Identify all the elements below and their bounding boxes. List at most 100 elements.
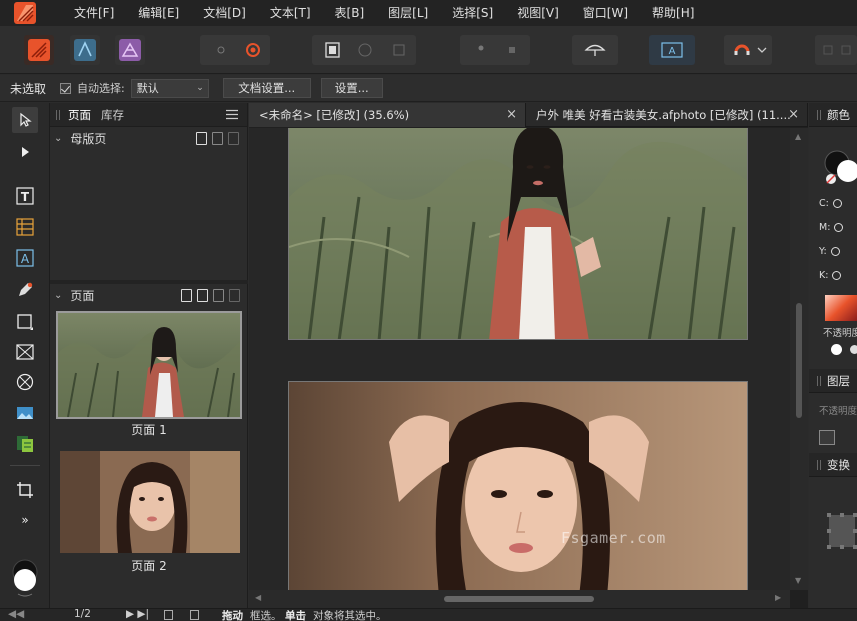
page-1-thumbnail[interactable]	[56, 311, 242, 419]
channel-m-row[interactable]: M:	[819, 222, 844, 233]
preflight-group[interactable]	[200, 35, 270, 65]
page-2-spread[interactable]	[288, 381, 748, 590]
tab-untitled-document[interactable]: <未命名> [已修改] (35.6%) ×	[249, 103, 526, 127]
transform-panel-header[interactable]: 变换	[809, 453, 857, 477]
next-page-icon[interactable]: ▶ ▶|	[126, 608, 149, 620]
horizontal-scroll-thumb[interactable]	[444, 596, 594, 602]
move-tool[interactable]	[12, 107, 38, 133]
panel-grip-icon[interactable]	[56, 109, 60, 120]
pen-tool[interactable]	[12, 277, 38, 303]
preferences-button[interactable]: 设置...	[320, 78, 383, 98]
master-pages-title: 母版页	[70, 131, 107, 146]
arrange-group[interactable]	[815, 35, 857, 65]
node-tool[interactable]	[12, 139, 38, 165]
more-tools-button[interactable]: »	[12, 507, 38, 533]
anchor-grid-icon[interactable]	[827, 513, 857, 549]
first-page-icon[interactable]: ◀◀	[8, 608, 24, 620]
duplicate-page-icon[interactable]	[213, 289, 224, 302]
scroll-up-icon[interactable]: ▲	[795, 132, 801, 141]
publisher-persona-button[interactable]	[24, 35, 54, 65]
channel-c-row[interactable]: C:	[819, 198, 842, 209]
panel-grip-icon[interactable]	[817, 375, 821, 386]
page-icon[interactable]	[164, 610, 173, 620]
panel-grip-icon[interactable]	[817, 109, 821, 120]
menu-document[interactable]: 文档[D]	[191, 0, 258, 26]
color-swatch-control[interactable]	[10, 558, 40, 598]
channel-k-slider-handle[interactable]	[832, 271, 842, 280]
tab-stock[interactable]: 库存	[101, 107, 124, 123]
add-master-icon[interactable]	[196, 132, 207, 145]
picture-frame-tool[interactable]	[12, 339, 38, 365]
duplicate-master-icon[interactable]	[212, 132, 223, 145]
photo-persona-button[interactable]	[115, 35, 145, 65]
opacity-dot-small[interactable]	[850, 345, 857, 354]
opacity-label: 不透明度	[823, 328, 857, 339]
insert-page-icon[interactable]	[181, 289, 192, 302]
color-panel-title: 颜色	[827, 107, 850, 122]
rectangle-tool[interactable]	[12, 309, 38, 335]
document-setup-button[interactable]: 文档设置...	[222, 78, 311, 98]
auto-select-dropdown[interactable]: 默认 ⌄	[130, 78, 209, 98]
crop-tool[interactable]	[12, 477, 38, 503]
snapping-group[interactable]	[460, 35, 530, 65]
horizontal-scrollbar[interactable]: ◀ ▶	[249, 590, 790, 608]
menu-file[interactable]: 文件[F]	[62, 0, 126, 26]
main-toolbar: A	[0, 26, 857, 74]
close-icon[interactable]: ×	[506, 103, 517, 127]
vertical-scroll-thumb[interactable]	[796, 303, 802, 418]
artistic-text-tool[interactable]: A	[12, 245, 38, 271]
page-1-spread[interactable]	[288, 128, 748, 340]
panel-menu-icon[interactable]	[226, 109, 238, 123]
channel-c-slider-handle[interactable]	[832, 199, 842, 208]
delete-master-icon[interactable]	[228, 132, 239, 145]
menu-edit[interactable]: 编辑[E]	[126, 0, 191, 26]
snapping-magnet-button[interactable]	[724, 35, 772, 65]
channel-y-slider-handle[interactable]	[830, 247, 840, 256]
menu-text[interactable]: 文本[T]	[258, 0, 323, 26]
menu-layer[interactable]: 图层[L]	[376, 0, 440, 26]
channel-k-row[interactable]: K:	[819, 270, 842, 281]
menu-help[interactable]: 帮助[H]	[640, 0, 706, 26]
affinity-publisher-logo-icon[interactable]	[14, 2, 36, 24]
view-mode-group[interactable]	[312, 35, 416, 65]
channel-m-slider-handle[interactable]	[834, 223, 844, 232]
menu-view[interactable]: 视图[V]	[505, 0, 571, 26]
table-tool[interactable]	[12, 214, 38, 240]
table-resize-tool[interactable]	[12, 431, 38, 457]
text-frame-button[interactable]: A	[649, 35, 695, 65]
menu-window[interactable]: 窗口[W]	[571, 0, 640, 26]
menu-table[interactable]: 表[B]	[323, 0, 377, 26]
text-frame-tool[interactable]: T	[12, 183, 38, 209]
page-2-thumbnail[interactable]	[60, 451, 240, 553]
svg-text:A: A	[21, 252, 30, 266]
assistant-button[interactable]	[572, 35, 618, 65]
close-icon[interactable]: ×	[788, 103, 799, 127]
fill-stroke-swatch-icon[interactable]	[823, 147, 857, 187]
color-spectrum[interactable]	[825, 295, 857, 321]
layer-stack-icon[interactable]	[819, 430, 835, 445]
pages-header[interactable]: ⌄ 页面	[50, 284, 248, 306]
auto-select-checkbox[interactable]	[60, 82, 72, 94]
scroll-right-icon[interactable]: ▶	[775, 593, 781, 602]
tab-pages[interactable]: 页面	[68, 107, 91, 123]
layers-panel-header[interactable]: 图层	[809, 369, 857, 393]
ellipse-frame-tool[interactable]	[12, 369, 38, 395]
watermark-text: Fsgamer.com	[561, 529, 666, 547]
auto-select-value: 默认	[136, 81, 159, 95]
place-image-tool[interactable]	[12, 400, 38, 426]
tab-afphoto-document[interactable]: 户外 唯美 好看古装美女.afphoto [已修改] (11.... ×	[526, 103, 808, 127]
vertical-scrollbar[interactable]: ▲ ▼	[790, 128, 808, 590]
scroll-down-icon[interactable]: ▼	[795, 576, 801, 585]
opacity-dot[interactable]	[831, 344, 842, 355]
designer-persona-button[interactable]	[70, 35, 100, 65]
menu-select[interactable]: 选择[S]	[440, 0, 505, 26]
delete-page-icon[interactable]	[229, 289, 240, 302]
spread-icon[interactable]	[190, 610, 199, 620]
master-pages-header[interactable]: ⌄ 母版页	[50, 127, 247, 149]
channel-y-row[interactable]: Y:	[819, 246, 840, 257]
add-page-icon[interactable]	[197, 289, 208, 302]
scroll-left-icon[interactable]: ◀	[255, 593, 261, 602]
panel-grip-icon[interactable]	[817, 459, 821, 470]
page-canvas[interactable]: Fsgamer.com	[249, 128, 790, 590]
color-panel-header[interactable]: 颜色	[809, 103, 857, 127]
